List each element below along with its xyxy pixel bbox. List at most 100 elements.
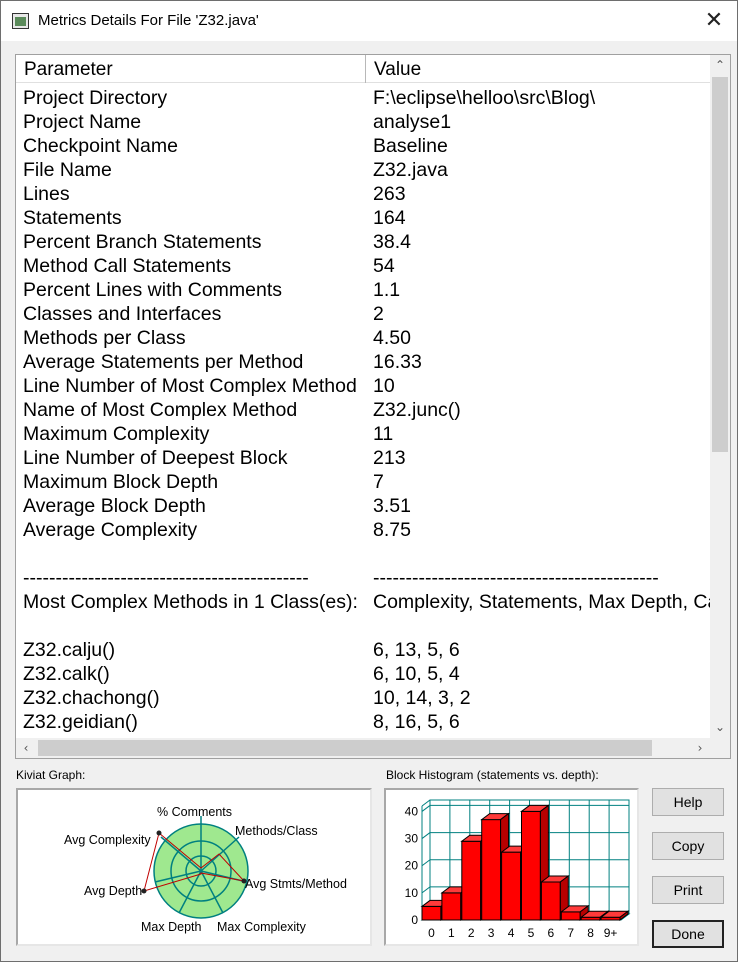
kiviat-axis-avg-complexity: Avg Complexity xyxy=(64,833,151,847)
histogram-gridline-side xyxy=(421,859,431,867)
table-row[interactable]: Average Statements per Method 16.33 xyxy=(16,350,710,374)
histogram-x-tick-label: 9+ xyxy=(604,926,618,940)
parameter-cell: Line Number of Deepest Block xyxy=(23,447,288,469)
table-row[interactable] xyxy=(16,542,710,566)
table-header: Parameter Value xyxy=(16,55,710,83)
kiviat-axis-max-depth: Max Depth xyxy=(141,920,201,934)
table-rows: Project Directory F:\eclipse\helloo\src\B… xyxy=(16,86,710,736)
table-row[interactable]: Lines 263 xyxy=(16,182,710,206)
table-row[interactable]: Checkpoint Name Baseline xyxy=(16,134,710,158)
scroll-left-icon[interactable]: ‹ xyxy=(16,738,36,758)
histogram-x-tick-label: 6 xyxy=(548,926,555,940)
table-row[interactable]: Classes and Interfaces 2 xyxy=(16,302,710,326)
parameter-cell: Percent Branch Statements xyxy=(23,231,262,253)
column-header-parameter[interactable]: Parameter xyxy=(16,55,366,83)
table-row[interactable]: Methods per Class 4.50 xyxy=(16,326,710,350)
kiviat-svg: % Comments Methods/Class Avg Stmts/Metho… xyxy=(64,805,347,934)
value-cell: 164 xyxy=(373,207,406,229)
histogram-x-tick-label: 5 xyxy=(528,926,535,940)
app-icon xyxy=(12,13,29,29)
table-row[interactable]: Project Name analyse1 xyxy=(16,110,710,134)
close-button[interactable]: ✕ xyxy=(691,1,737,41)
table-row[interactable]: Method Call Statements 54 xyxy=(16,254,710,278)
table-row[interactable]: Line Number of Deepest Block 213 xyxy=(16,446,710,470)
histogram-bar xyxy=(481,819,502,921)
horizontal-scroll-thumb[interactable] xyxy=(38,740,652,756)
kiviat-axis-comments: % Comments xyxy=(157,805,232,819)
value-cell: 11 xyxy=(373,423,394,445)
kiviat-axis-avg-depth: Avg Depth xyxy=(84,884,142,898)
value-cell: 263 xyxy=(373,183,406,205)
parameter-cell: Method Call Statements xyxy=(23,255,232,277)
parameter-cell: Average Block Depth xyxy=(23,495,206,517)
table-row[interactable]: Z32.calk() 6, 10, 5, 4 xyxy=(16,662,710,686)
value-cell: 38.4 xyxy=(373,231,411,253)
table-row[interactable]: ----------------------------------------… xyxy=(16,566,710,590)
value-cell: 1.1 xyxy=(373,279,401,301)
table-row[interactable]: Statements 164 xyxy=(16,206,710,230)
value-cell: 7 xyxy=(373,471,384,493)
histogram-bar xyxy=(521,810,541,921)
horizontal-scrollbar[interactable]: ‹ › xyxy=(16,738,710,758)
histogram-x-tick-label: 3 xyxy=(488,926,495,940)
parameter-cell: Z32.calk() xyxy=(23,663,110,685)
print-button[interactable]: Print xyxy=(652,876,724,904)
scroll-right-icon[interactable]: › xyxy=(690,738,710,758)
histogram-bar xyxy=(441,892,462,921)
histogram-bar xyxy=(560,911,581,921)
value-cell: 54 xyxy=(373,255,395,277)
histogram-x-tick-label: 1 xyxy=(448,926,455,940)
table-row[interactable]: Average Complexity 8.75 xyxy=(16,518,710,542)
kiviat-axis-max-complexity: Max Complexity xyxy=(217,920,307,934)
value-cell: 3.51 xyxy=(373,495,411,517)
table-row[interactable]: Percent Branch Statements 38.4 xyxy=(16,230,710,254)
value-cell: 8.75 xyxy=(373,519,411,541)
histogram-bar xyxy=(461,840,482,921)
value-cell: 16.33 xyxy=(373,351,422,373)
table-row[interactable]: Project Directory F:\eclipse\helloo\src\B… xyxy=(16,86,710,110)
table-row[interactable]: Average Block Depth 3.51 xyxy=(16,494,710,518)
table-row[interactable]: File Name Z32.java xyxy=(16,158,710,182)
copy-button[interactable]: Copy xyxy=(652,832,724,860)
done-button[interactable]: Done xyxy=(652,920,724,948)
value-cell: analyse1 xyxy=(373,111,452,133)
parameter-cell: Z32.chachong() xyxy=(23,687,160,709)
column-header-value[interactable]: Value xyxy=(366,55,710,83)
histogram-axis-top-edge xyxy=(421,799,431,807)
table-row[interactable]: Name of Most Complex Method Z32.junc() xyxy=(16,398,710,422)
metrics-table[interactable]: Parameter Value Project Directory F:\ecli… xyxy=(15,54,731,759)
histogram-y-tick-label: 10 xyxy=(405,886,419,900)
histogram-bar xyxy=(540,881,561,921)
parameter-cell: Project Name xyxy=(23,111,142,133)
help-button[interactable]: Help xyxy=(652,788,724,816)
vertical-scrollbar[interactable]: ⌃ ⌄ xyxy=(710,55,730,738)
scrollbar-corner xyxy=(710,738,730,758)
value-cell: 213 xyxy=(373,447,406,469)
parameter-cell: Methods per Class xyxy=(23,327,186,349)
title-bar: Metrics Details For File 'Z32.java' ✕ xyxy=(1,1,737,41)
table-row[interactable] xyxy=(16,614,710,638)
histogram-x-tick-label: 7 xyxy=(567,926,574,940)
histogram-y-tick-label: 20 xyxy=(405,859,419,873)
parameter-cell: Lines xyxy=(23,183,70,205)
vertical-scroll-thumb[interactable] xyxy=(712,77,728,452)
table-row[interactable]: Z32.calju() 6, 13, 5, 6 xyxy=(16,638,710,662)
table-row[interactable]: Z32.geidian() 8, 16, 5, 6 xyxy=(16,710,710,734)
table-row[interactable]: Line Number of Most Complex Method 10 xyxy=(16,374,710,398)
histogram-x-tick-label: 8 xyxy=(587,926,594,940)
parameter-cell: Checkpoint Name xyxy=(23,135,178,157)
kiviat-graph: % Comments Methods/Class Avg Stmts/Metho… xyxy=(16,788,372,946)
parameter-cell: Most Complex Methods in 1 Class(es): xyxy=(23,591,358,613)
scroll-down-icon[interactable]: ⌄ xyxy=(710,717,730,737)
parameter-cell: Statements xyxy=(23,207,122,229)
table-row[interactable]: Most Complex Methods in 1 Class(es): Comp… xyxy=(16,590,710,614)
value-cell: 2 xyxy=(373,303,384,325)
table-row[interactable]: Z32.chachong() 10, 14, 3, 2 xyxy=(16,686,710,710)
table-row[interactable]: Maximum Complexity 11 xyxy=(16,422,710,446)
value-cell: ----------------------------------------… xyxy=(373,567,659,589)
table-row[interactable]: Percent Lines with Comments 1.1 xyxy=(16,278,710,302)
table-row[interactable]: Maximum Block Depth 7 xyxy=(16,470,710,494)
parameter-cell: Maximum Block Depth xyxy=(23,471,219,493)
scroll-up-icon[interactable]: ⌃ xyxy=(710,55,730,75)
value-cell: Z32.java xyxy=(373,159,448,181)
